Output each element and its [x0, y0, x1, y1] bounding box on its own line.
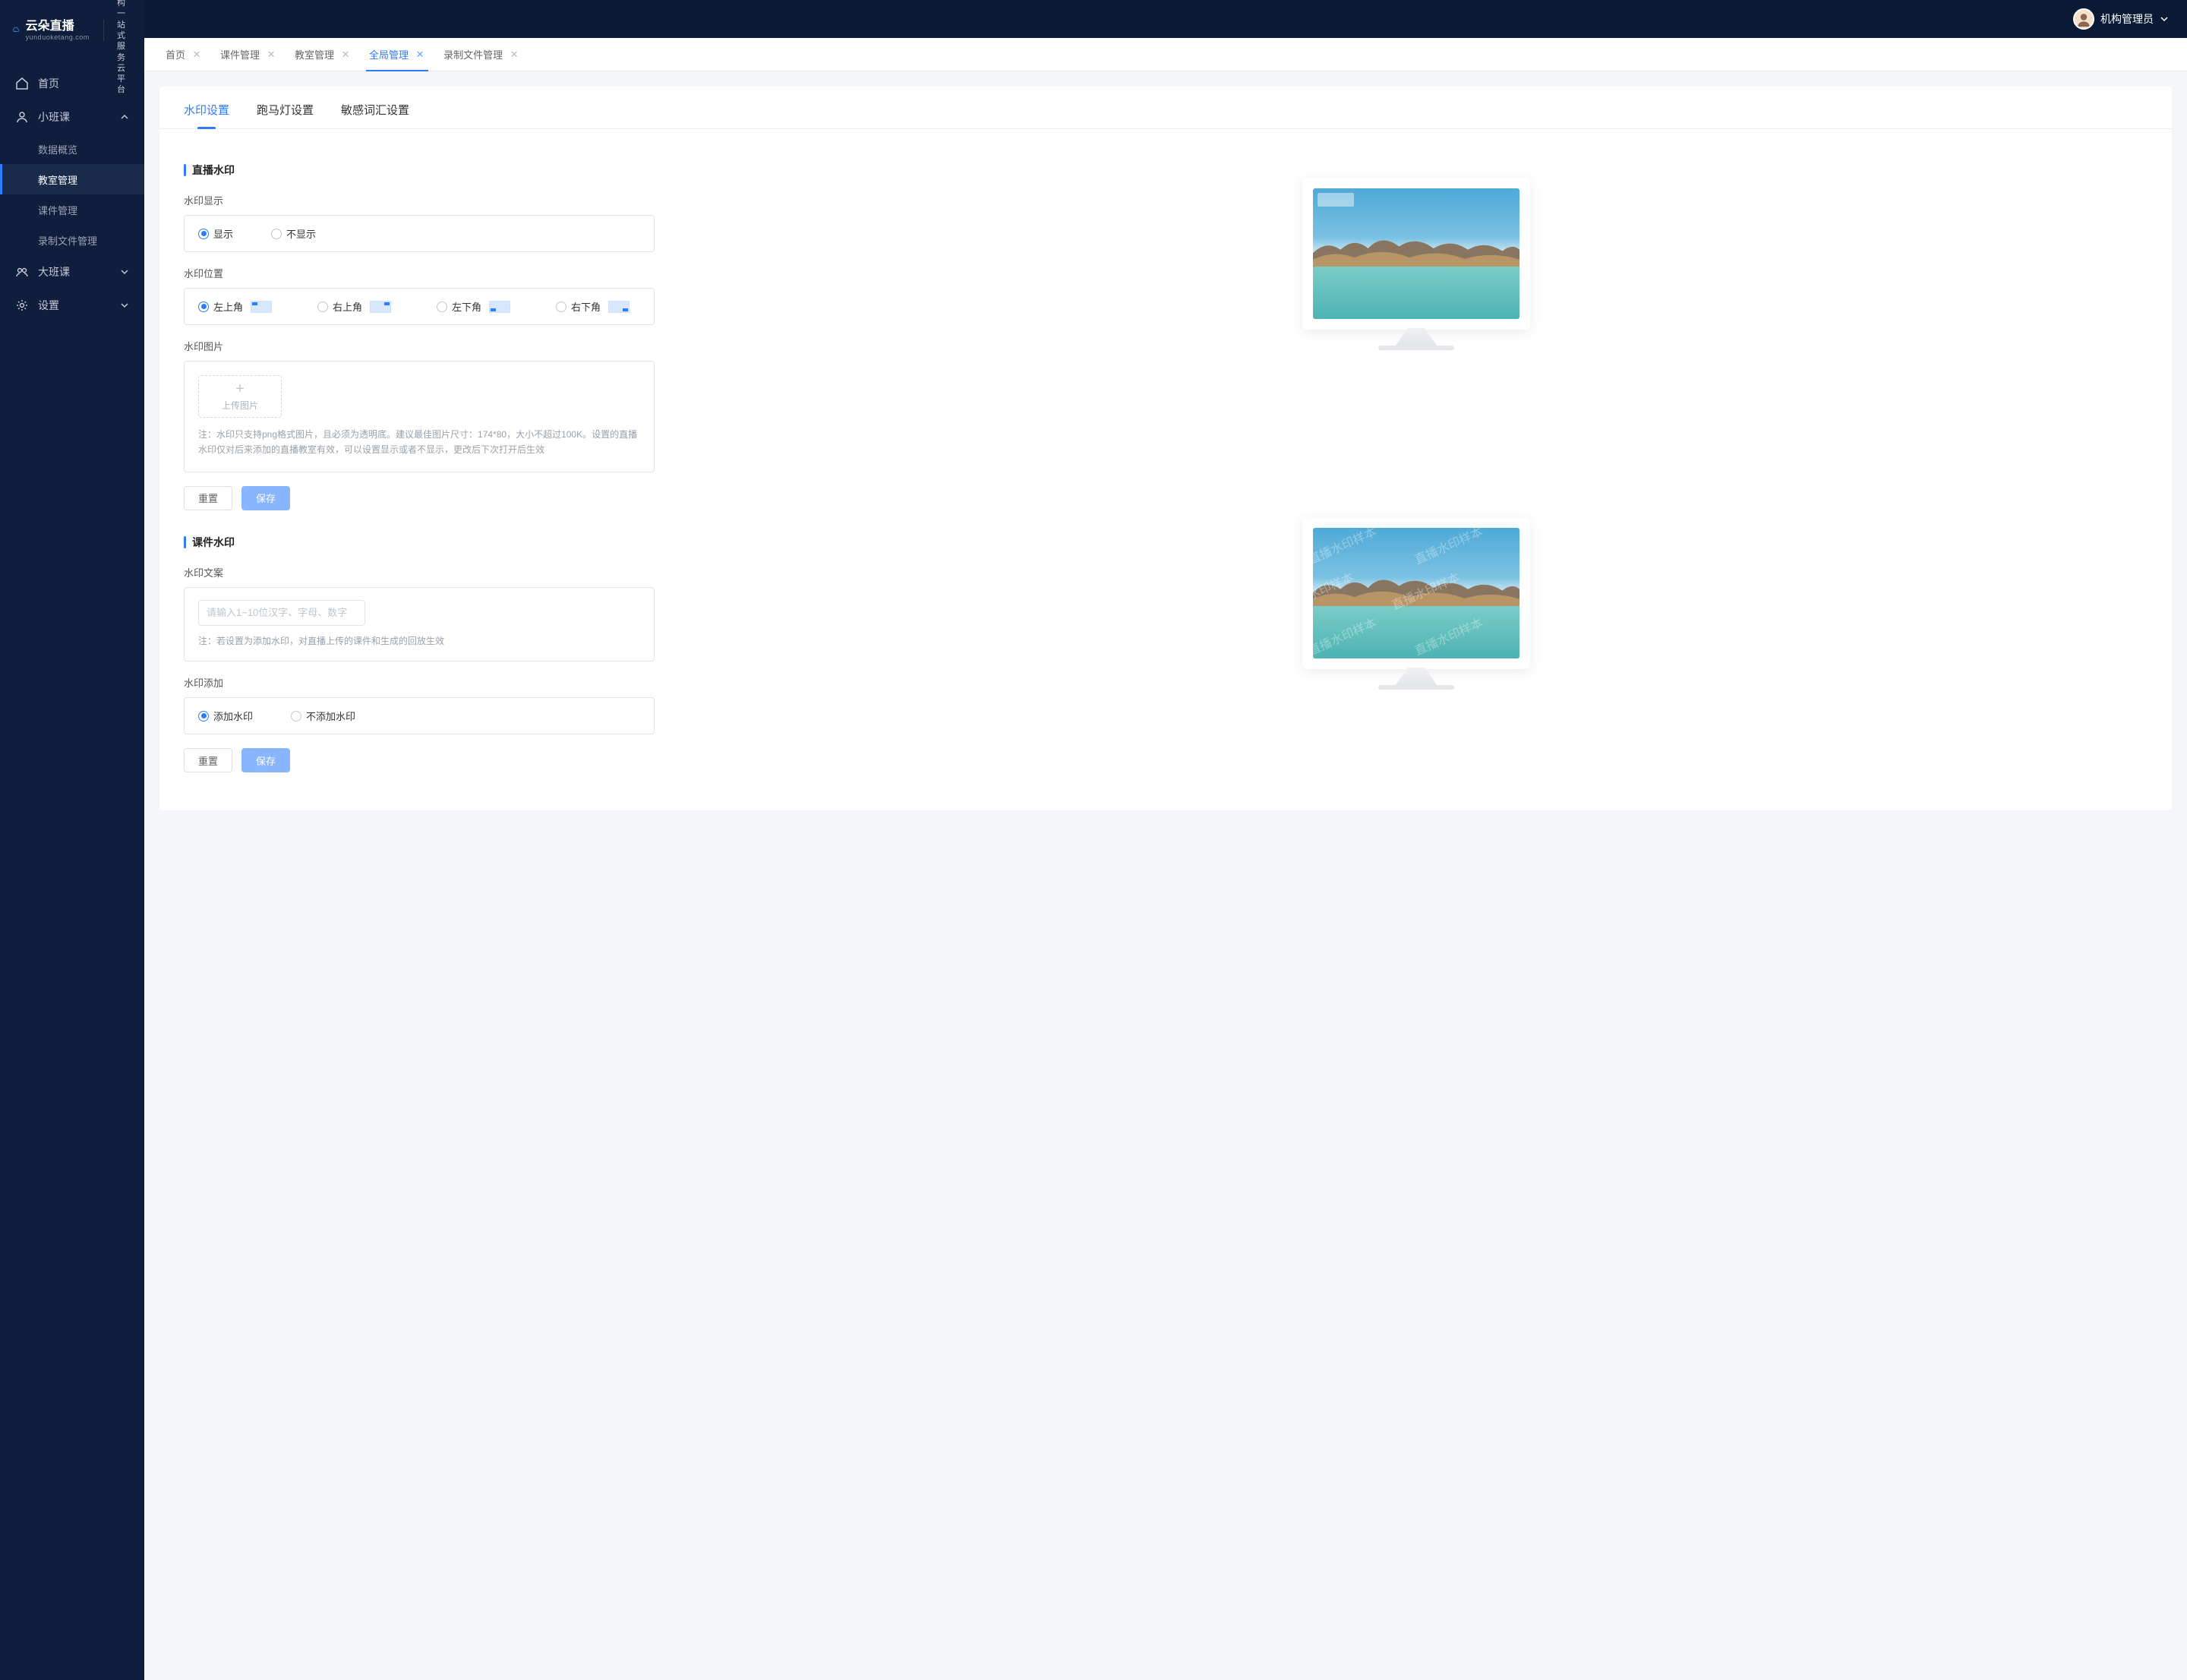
- nav-big-class[interactable]: 大班课: [0, 255, 144, 289]
- preview-monitor-2: 直播水印样本 直播水印样本 直播水印样本 直播水印样本 直播水印样本 直播水印样…: [1302, 517, 1530, 690]
- radio-pos-tr[interactable]: 右上角: [317, 299, 391, 314]
- home-icon: [15, 77, 29, 90]
- nav-data-overview[interactable]: 数据概览: [0, 134, 144, 164]
- main: 首页 ✕ 课件管理 ✕ 教室管理 ✕ 全局管理 ✕ 录制文件管理 ✕ 水印设置 …: [144, 38, 2187, 1680]
- thumb-tl-icon: [251, 301, 272, 313]
- radio-add-yes[interactable]: 添加水印: [198, 709, 253, 723]
- tabs-bar: 首页 ✕ 课件管理 ✕ 教室管理 ✕ 全局管理 ✕ 录制文件管理 ✕: [144, 38, 2187, 71]
- thumb-tr-icon: [370, 301, 391, 313]
- radio-icon: [198, 302, 209, 312]
- upload-button[interactable]: + 上传图片: [198, 375, 282, 418]
- inner-tabs: 水印设置 跑马灯设置 敏感词汇设置: [159, 87, 2172, 129]
- user-menu[interactable]: 机构管理员: [2073, 8, 2169, 30]
- label-addwm: 水印添加: [184, 675, 655, 690]
- upload-note: 注：水印只支持png格式图片，且必须为透明底。建议最佳图片尺寸：174*80，大…: [198, 427, 640, 458]
- close-icon[interactable]: ✕: [266, 49, 276, 60]
- gear-icon: [15, 298, 29, 312]
- chevron-up-icon: [120, 112, 129, 122]
- inner-tab-marquee[interactable]: 跑马灯设置: [257, 102, 314, 128]
- brand-domain: yunduoketang.com: [26, 33, 90, 41]
- chevron-down-icon: [120, 267, 129, 276]
- nav-settings[interactable]: 设置: [0, 289, 144, 322]
- radio-pos-bl[interactable]: 左下角: [437, 299, 510, 314]
- thumb-bl-icon: [489, 301, 510, 313]
- thumb-br-icon: [608, 301, 630, 313]
- tab-home[interactable]: 首页 ✕: [156, 38, 211, 71]
- radio-icon: [198, 229, 209, 239]
- nav-recording-mgmt[interactable]: 录制文件管理: [0, 225, 144, 255]
- plus-icon: +: [235, 381, 245, 396]
- close-icon[interactable]: ✕: [415, 49, 425, 60]
- inner-tab-watermark[interactable]: 水印设置: [184, 102, 229, 128]
- chevron-down-icon: [120, 301, 129, 310]
- tab-courseware[interactable]: 课件管理 ✕: [211, 38, 286, 71]
- brand-name: 云朵直播: [26, 20, 90, 33]
- avatar: [2073, 8, 2094, 30]
- field-display: 显示 不显示: [184, 215, 655, 252]
- label-display: 水印显示: [184, 193, 655, 207]
- section-live-watermark: 直播水印: [184, 163, 655, 178]
- label-image: 水印图片: [184, 339, 655, 353]
- radio-icon: [271, 229, 282, 239]
- radio-icon: [198, 711, 209, 722]
- field-addwm: 添加水印 不添加水印: [184, 697, 655, 734]
- watermark-preview-box: [1318, 193, 1354, 207]
- nav-small-class[interactable]: 小班课: [0, 100, 144, 134]
- radio-icon: [291, 711, 301, 722]
- save-button-2[interactable]: 保存: [241, 748, 290, 772]
- label-wmtext: 水印文案: [184, 565, 655, 579]
- users-icon: [15, 265, 29, 279]
- tab-global[interactable]: 全局管理 ✕: [360, 38, 434, 71]
- logo: 云朵直播 yunduoketang.com 教育机构一站 式服务云平台: [0, 0, 144, 61]
- nav-classroom-mgmt[interactable]: 教室管理: [0, 164, 144, 194]
- inner-tab-sensitive[interactable]: 敏感词汇设置: [341, 102, 409, 128]
- sidebar: 云朵直播 yunduoketang.com 教育机构一站 式服务云平台 首页 小…: [0, 0, 144, 1680]
- close-icon[interactable]: ✕: [509, 49, 519, 60]
- wmtext-note: 注：若设置为添加水印，对直播上传的课件和生成的回放生效: [198, 633, 640, 649]
- radio-pos-tl[interactable]: 左上角: [198, 299, 272, 314]
- watermark-text-input[interactable]: [198, 600, 365, 626]
- nav-courseware-mgmt[interactable]: 课件管理: [0, 194, 144, 225]
- field-position: 左上角 右上角 左下角: [184, 288, 655, 325]
- field-wmtext: 注：若设置为添加水印，对直播上传的课件和生成的回放生效: [184, 587, 655, 662]
- label-position: 水印位置: [184, 266, 655, 280]
- user-name: 机构管理员: [2100, 11, 2154, 27]
- user-icon: [15, 110, 29, 124]
- tab-classroom[interactable]: 教室管理 ✕: [286, 38, 360, 71]
- reset-button-2[interactable]: 重置: [184, 748, 232, 772]
- radio-pos-br[interactable]: 右下角: [556, 299, 630, 314]
- topbar: 机构管理员: [0, 0, 2187, 38]
- radio-hide[interactable]: 不显示: [271, 226, 316, 241]
- reset-button[interactable]: 重置: [184, 486, 232, 510]
- chevron-down-icon: [2160, 14, 2169, 24]
- radio-icon: [317, 302, 328, 312]
- close-icon[interactable]: ✕: [191, 49, 202, 60]
- radio-icon: [556, 302, 566, 312]
- radio-show[interactable]: 显示: [198, 226, 233, 241]
- nav: 首页 小班课 数据概览 教室管理 课件管理 录制文件管理 大班课 设置: [0, 61, 144, 322]
- radio-icon: [437, 302, 447, 312]
- preview-monitor-1: [1302, 178, 1530, 350]
- radio-add-no[interactable]: 不添加水印: [291, 709, 355, 723]
- cloud-icon: [12, 18, 20, 43]
- section-courseware-watermark: 课件水印: [184, 535, 655, 550]
- brand-tagline: 教育机构一站 式服务云平台: [117, 0, 132, 96]
- save-button[interactable]: 保存: [241, 486, 290, 510]
- tab-recording[interactable]: 录制文件管理 ✕: [434, 38, 529, 71]
- close-icon[interactable]: ✕: [340, 49, 351, 60]
- field-image: + 上传图片 注：水印只支持png格式图片，且必须为透明底。建议最佳图片尺寸：1…: [184, 361, 655, 472]
